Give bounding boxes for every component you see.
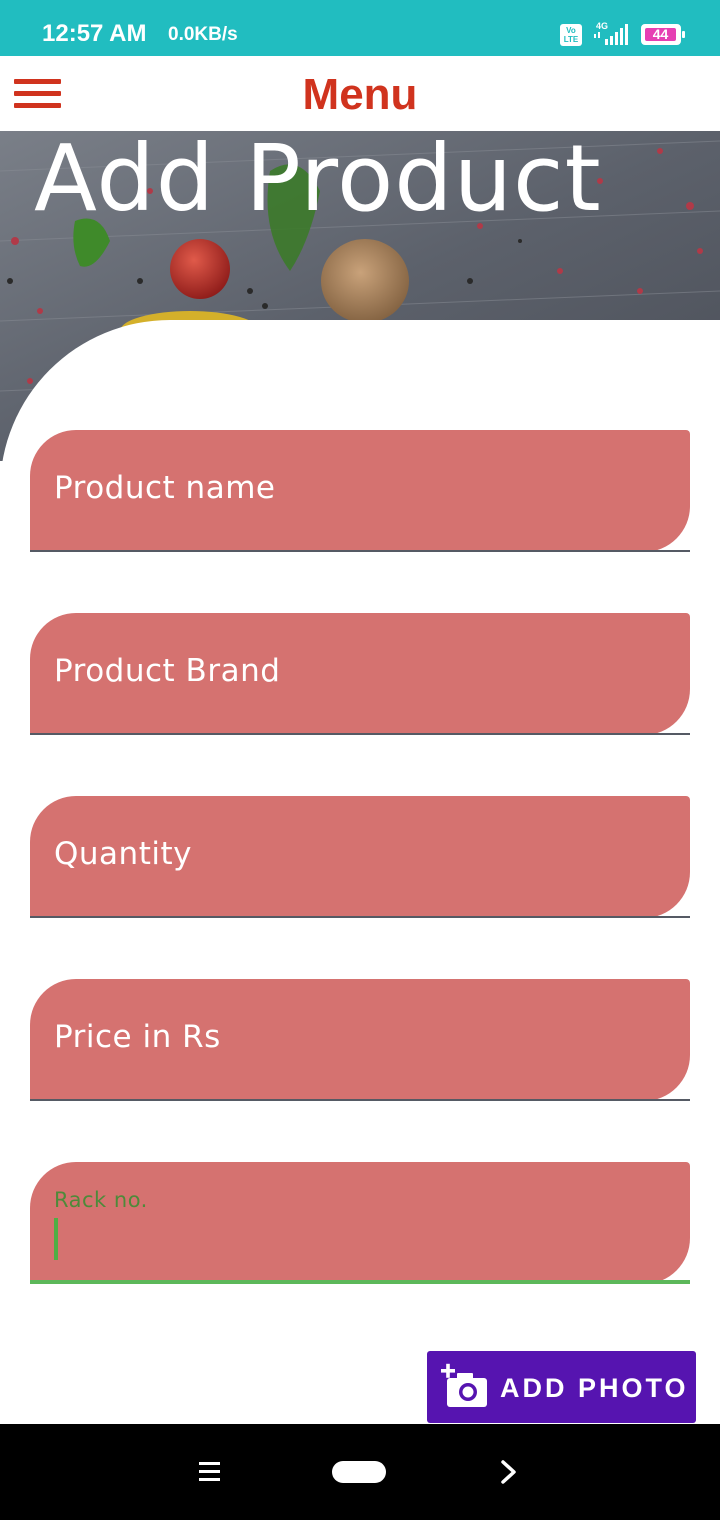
quantity-label: Quantity	[54, 836, 192, 872]
volte-icon: Vo LTE	[560, 24, 582, 46]
app-bar-title: Menu	[302, 70, 418, 119]
page-title: Add Product	[34, 131, 602, 232]
quantity-underline	[30, 916, 690, 918]
rack-no-field[interactable]: Rack no.	[30, 1162, 690, 1284]
network-speed: 0.0KB/s	[168, 24, 238, 45]
product-name-label: Product name	[54, 470, 276, 506]
battery-icon: 44	[641, 24, 685, 45]
product-brand-label: Product Brand	[54, 653, 281, 689]
add-photo-label: ADD PHOTO	[500, 1373, 689, 1403]
signal-icon: 4G	[594, 21, 628, 45]
add-a-photo-icon	[441, 1363, 487, 1407]
price-label: Price in Rs	[54, 1019, 221, 1055]
network-type-label: 4G	[596, 21, 608, 31]
status-time: 12:57 AM	[42, 20, 147, 47]
add-photo-button[interactable]: ADD PHOTO	[427, 1351, 696, 1423]
product-brand-field[interactable]: Product Brand	[30, 613, 690, 735]
quantity-field[interactable]: Quantity	[30, 796, 690, 918]
app-bar: Menu	[0, 56, 720, 131]
product-name-field[interactable]: Product name	[30, 430, 690, 552]
home-pill-icon[interactable]	[332, 1461, 386, 1483]
rack-no-underline	[30, 1280, 690, 1284]
system-navigation-bar	[0, 1424, 720, 1520]
recents-menu-icon[interactable]	[199, 1462, 221, 1482]
rack-no-label: Rack no.	[54, 1188, 148, 1212]
back-chevron-icon[interactable]	[498, 1458, 520, 1486]
text-cursor	[54, 1218, 58, 1260]
price-field[interactable]: Price in Rs	[30, 979, 690, 1101]
product-brand-underline	[30, 733, 690, 735]
status-bar: 12:57 AM 0.0KB/s Vo LTE 4G 44	[0, 0, 720, 56]
battery-tip	[682, 31, 685, 38]
battery-level: 44	[645, 27, 676, 41]
price-underline	[30, 1099, 690, 1101]
product-name-underline	[30, 550, 690, 552]
